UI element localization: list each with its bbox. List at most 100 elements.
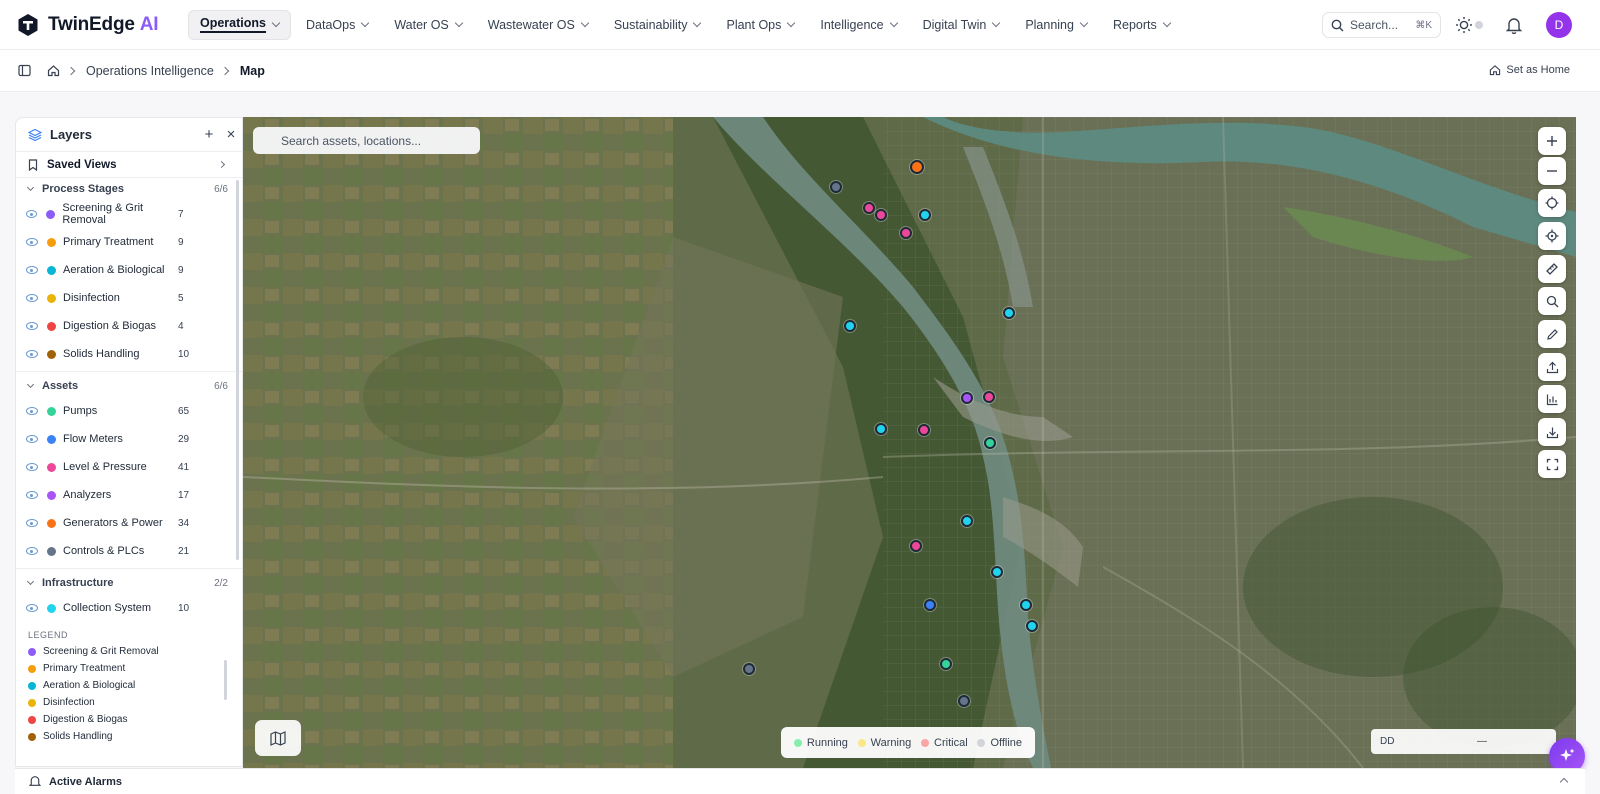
eye-icon[interactable] bbox=[26, 322, 38, 330]
eye-icon[interactable] bbox=[26, 266, 38, 274]
upload-button[interactable] bbox=[1538, 353, 1566, 381]
measure-button[interactable] bbox=[1538, 255, 1566, 283]
nav-wastewater-os[interactable]: Wastewater OS bbox=[477, 10, 599, 40]
eye-icon[interactable] bbox=[26, 491, 38, 499]
bell-icon[interactable] bbox=[1504, 15, 1524, 35]
map-marker-pump[interactable] bbox=[984, 437, 996, 449]
active-alarms-bar[interactable]: Active Alarms bbox=[15, 768, 1585, 794]
global-search[interactable]: Search... ⌘K bbox=[1322, 12, 1441, 38]
map-search-input[interactable]: Search assets, locations... bbox=[253, 127, 480, 154]
map-marker-collection[interactable] bbox=[961, 515, 973, 527]
set-as-home-button[interactable]: Set as Home bbox=[1489, 64, 1570, 76]
nav-planning[interactable]: Planning bbox=[1014, 10, 1098, 40]
map-marker-level[interactable] bbox=[983, 391, 995, 403]
download-button[interactable] bbox=[1538, 418, 1566, 446]
layer-primary-treatment[interactable]: Primary Treatment 9 bbox=[16, 228, 242, 256]
eye-icon[interactable] bbox=[26, 463, 38, 471]
sidebar-toggle-icon[interactable] bbox=[18, 64, 31, 77]
close-icon[interactable]: × bbox=[220, 126, 242, 143]
panel-scrollbar[interactable] bbox=[236, 180, 239, 560]
eye-icon[interactable] bbox=[26, 519, 38, 527]
map-view[interactable]: Search assets, locations... Running Warn… bbox=[243, 117, 1576, 768]
zoom-out-button[interactable] bbox=[1538, 157, 1566, 185]
map-marker-level[interactable] bbox=[910, 540, 922, 552]
coord-value: — bbox=[1477, 736, 1487, 747]
layer-analyzers[interactable]: Analyzers 17 bbox=[16, 481, 242, 509]
layer-group-infrastructure[interactable]: Infrastructure 2/2 bbox=[16, 572, 242, 594]
map-marker-level[interactable] bbox=[918, 424, 930, 436]
eye-icon[interactable] bbox=[26, 407, 38, 415]
map-marker-analyzer[interactable] bbox=[961, 392, 973, 404]
layer-controls-and-plcs[interactable]: Controls & PLCs 21 bbox=[16, 537, 242, 565]
map-marker-collection[interactable] bbox=[919, 209, 931, 221]
map-marker-level[interactable] bbox=[900, 227, 912, 239]
layer-solids-handling[interactable]: Solids Handling 10 bbox=[16, 340, 242, 368]
map-marker-collection[interactable] bbox=[1020, 599, 1032, 611]
user-avatar[interactable]: D bbox=[1546, 12, 1572, 38]
add-layer-icon[interactable]: + bbox=[198, 126, 220, 143]
home-icon[interactable] bbox=[47, 64, 60, 77]
layer-screening-and-grit-removal[interactable]: Screening & Grit Removal 7 bbox=[16, 200, 242, 228]
locate-button[interactable] bbox=[1538, 189, 1566, 217]
layer-flow-meters[interactable]: Flow Meters 29 bbox=[16, 425, 242, 453]
layer-count: 21 bbox=[178, 545, 190, 557]
draw-button[interactable] bbox=[1538, 320, 1566, 348]
chevron-down-icon bbox=[454, 18, 464, 27]
map-marker-collection[interactable] bbox=[875, 423, 887, 435]
layer-group-process-stages[interactable]: Process Stages 6/6 bbox=[16, 178, 242, 200]
nav-intelligence[interactable]: Intelligence bbox=[809, 10, 907, 40]
coord-format[interactable]: DD bbox=[1380, 736, 1394, 747]
map-marker-collection[interactable] bbox=[844, 320, 856, 332]
map-marker-plc[interactable] bbox=[830, 181, 842, 193]
nav-water-os[interactable]: Water OS bbox=[383, 10, 472, 40]
theme-toggle-icon[interactable] bbox=[1454, 15, 1474, 35]
map-marker-collection[interactable] bbox=[1003, 307, 1015, 319]
chart-button[interactable] bbox=[1538, 385, 1566, 413]
map-marker-plc[interactable] bbox=[958, 695, 970, 707]
map-marker-generator[interactable] bbox=[910, 160, 924, 174]
eye-icon[interactable] bbox=[26, 435, 38, 443]
map-marker-level[interactable] bbox=[863, 202, 875, 214]
crosshair-button[interactable] bbox=[1538, 222, 1566, 250]
layer-generators-and-power[interactable]: Generators & Power 34 bbox=[16, 509, 242, 537]
eye-icon[interactable] bbox=[26, 350, 38, 358]
map-marker-level[interactable] bbox=[875, 209, 887, 221]
layer-aeration-and-biological[interactable]: Aeration & Biological 9 bbox=[16, 256, 242, 284]
nav-digital-twin[interactable]: Digital Twin bbox=[912, 10, 1011, 40]
nav-reports[interactable]: Reports bbox=[1102, 10, 1181, 40]
layer-collection-system[interactable]: Collection System 10 bbox=[16, 594, 242, 622]
legend-color-dot bbox=[28, 698, 36, 707]
chevron-up-icon[interactable] bbox=[1559, 777, 1569, 787]
layer-color-dot bbox=[47, 546, 56, 556]
layer-disinfection[interactable]: Disinfection 5 bbox=[16, 284, 242, 312]
eye-icon[interactable] bbox=[26, 210, 38, 218]
map-marker-collection[interactable] bbox=[991, 566, 1003, 578]
map-search-button[interactable] bbox=[1538, 287, 1566, 315]
layer-group-assets[interactable]: Assets 6/6 bbox=[16, 375, 242, 397]
nav-operations[interactable]: Operations bbox=[188, 9, 291, 40]
eye-icon[interactable] bbox=[26, 604, 38, 612]
map-marker-pump[interactable] bbox=[940, 658, 952, 670]
layer-digestion-and-biogas[interactable]: Digestion & Biogas 4 bbox=[16, 312, 242, 340]
map-marker-flow-meter[interactable] bbox=[924, 599, 936, 611]
eye-icon[interactable] bbox=[26, 294, 38, 302]
legend-scrollbar[interactable] bbox=[224, 660, 227, 700]
eye-icon[interactable] bbox=[26, 238, 38, 246]
nav-dataops[interactable]: DataOps bbox=[295, 10, 379, 40]
app-logo[interactable]: TwinEdge AI bbox=[18, 13, 168, 36]
layer-count: 29 bbox=[178, 433, 190, 445]
coordinate-readout[interactable]: DD — bbox=[1371, 729, 1556, 754]
pencil-icon bbox=[1546, 328, 1558, 340]
basemap-toggle-button[interactable] bbox=[255, 720, 301, 756]
saved-views[interactable]: Saved Views bbox=[16, 152, 242, 178]
layer-pumps[interactable]: Pumps 65 bbox=[16, 397, 242, 425]
nav-plant-ops[interactable]: Plant Ops bbox=[715, 10, 805, 40]
map-marker-plc[interactable] bbox=[743, 663, 755, 675]
eye-icon[interactable] bbox=[26, 547, 38, 555]
fullscreen-button[interactable] bbox=[1538, 450, 1566, 478]
breadcrumb-section[interactable]: Operations Intelligence bbox=[86, 64, 214, 78]
layer-level-and-pressure[interactable]: Level & Pressure 41 bbox=[16, 453, 242, 481]
map-marker-collection[interactable] bbox=[1026, 620, 1038, 632]
zoom-in-button[interactable] bbox=[1538, 127, 1566, 155]
nav-sustainability[interactable]: Sustainability bbox=[603, 10, 712, 40]
